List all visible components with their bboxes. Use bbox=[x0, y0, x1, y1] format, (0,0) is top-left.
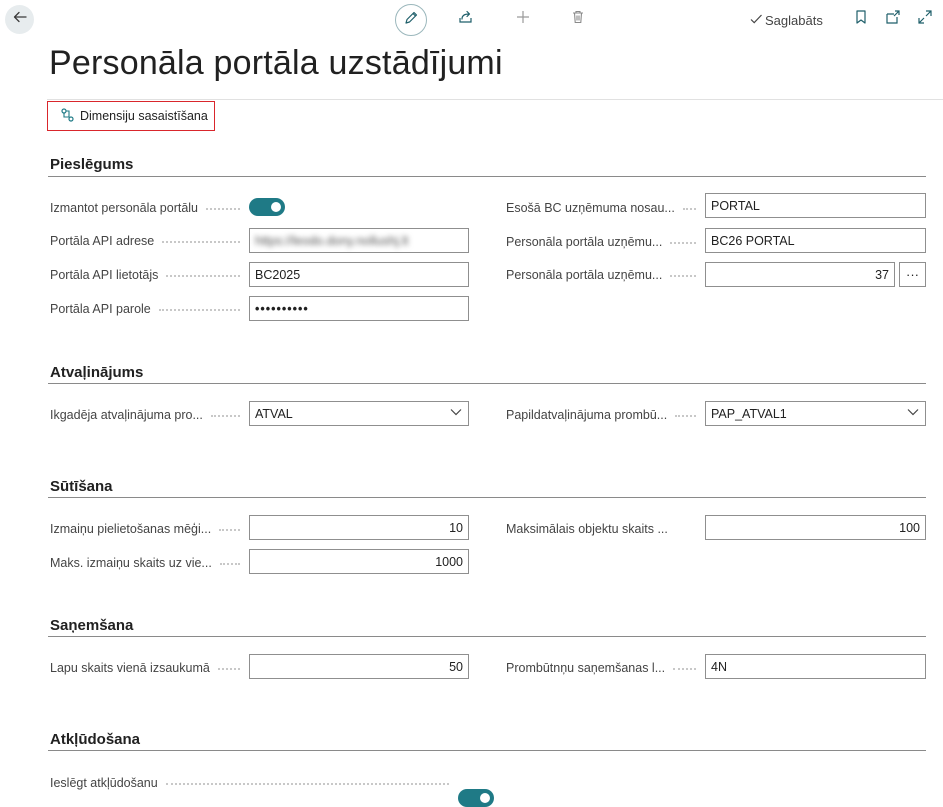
company-name-field[interactable]: PORTAL bbox=[705, 193, 926, 218]
section-divider bbox=[48, 383, 926, 384]
retry-label: Izmaiņu pielietošanas mēģi... bbox=[50, 521, 246, 537]
api-password-value: •••••••••• bbox=[255, 301, 309, 316]
delete-button[interactable] bbox=[569, 10, 587, 28]
debugging-toggle[interactable] bbox=[458, 789, 494, 807]
section-divider bbox=[48, 176, 926, 177]
company-name-value: PORTAL bbox=[711, 198, 760, 213]
api-user-label: Portāla API lietotājs bbox=[50, 267, 246, 283]
dimension-mapping-button[interactable]: Dimensiju sasaistīšana bbox=[47, 101, 215, 131]
chevron-down-icon bbox=[906, 405, 920, 422]
pencil-icon bbox=[403, 10, 419, 31]
edit-button[interactable] bbox=[395, 4, 427, 36]
retry-field[interactable]: 10 bbox=[249, 515, 469, 540]
api-address-label: Portāla API adrese bbox=[50, 233, 246, 249]
section-divider bbox=[48, 497, 926, 498]
extra-leave-select[interactable]: PAP_ATVAL1 bbox=[705, 401, 926, 426]
use-portal-label: Izmantot personāla portālu bbox=[50, 200, 246, 216]
portal-company-id-value: 37 bbox=[875, 267, 889, 282]
api-user-field[interactable]: BC2025 bbox=[249, 262, 469, 287]
plus-icon bbox=[515, 9, 531, 30]
annual-leave-select[interactable]: ATVAL bbox=[249, 401, 469, 426]
api-address-value: https://leodo.dony.nollushj.lt bbox=[255, 233, 409, 248]
share-button[interactable] bbox=[457, 10, 475, 28]
absence-value: 4N bbox=[711, 659, 727, 674]
portal-company-value: BC26 PORTAL bbox=[711, 233, 795, 248]
expand-icon bbox=[917, 9, 933, 30]
absence-field[interactable]: 4N bbox=[705, 654, 926, 679]
api-address-field[interactable]: https://leodo.dony.nollushj.lt bbox=[249, 228, 469, 253]
pages-field[interactable]: 50 bbox=[249, 654, 469, 679]
chevron-down-icon bbox=[449, 405, 463, 422]
api-user-value: BC2025 bbox=[255, 267, 301, 282]
max-objects-label: Maksimālais objektu skaits ... bbox=[506, 522, 668, 536]
back-button[interactable] bbox=[5, 5, 34, 34]
action-bar-divider bbox=[47, 99, 943, 100]
portal-company-lookup-button[interactable]: ··· bbox=[899, 262, 926, 287]
annual-leave-label: Ikgadēja atvaļinājuma pro... bbox=[50, 407, 246, 423]
page-title: Personāla portāla uzstādījumi bbox=[49, 44, 503, 82]
max-changes-label: Maks. izmaiņu skaits uz vie... bbox=[50, 555, 246, 571]
portal-company-id-label: Personāla portāla uzņēmu... bbox=[506, 267, 702, 283]
max-objects-field[interactable]: 100 bbox=[705, 515, 926, 540]
ellipsis-icon: ··· bbox=[906, 267, 919, 282]
arrow-left-icon bbox=[12, 9, 28, 30]
share-icon bbox=[458, 9, 474, 30]
max-changes-value: 1000 bbox=[435, 554, 463, 569]
saved-label: Saglabāts bbox=[765, 13, 823, 28]
new-button[interactable] bbox=[514, 10, 532, 28]
open-in-new-window-icon bbox=[885, 9, 901, 30]
dimension-mapping-icon bbox=[60, 107, 76, 126]
api-password-label: Portāla API parole bbox=[50, 301, 246, 317]
debugging-label: Ieslēgt atkļūdošanu bbox=[50, 775, 455, 791]
portal-company-label: Personāla portāla uzņēmu... bbox=[506, 234, 702, 250]
saved-status: Saglabāts bbox=[749, 12, 823, 29]
bookmark-button[interactable] bbox=[852, 9, 870, 30]
dimension-mapping-label: Dimensiju sasaistīšana bbox=[80, 109, 208, 123]
absence-label: Prombūtnņu saņemšanas l... bbox=[506, 660, 702, 676]
checkmark-icon bbox=[749, 12, 763, 29]
annual-leave-value: ATVAL bbox=[255, 406, 293, 421]
pages-value: 50 bbox=[449, 659, 463, 674]
max-changes-field[interactable]: 1000 bbox=[249, 549, 469, 574]
expand-button[interactable] bbox=[916, 9, 934, 30]
pages-label: Lapu skaits vienā izsaukumā bbox=[50, 660, 246, 676]
section-divider bbox=[48, 636, 926, 637]
open-new-window-button[interactable] bbox=[884, 9, 902, 30]
portal-company-field[interactable]: BC26 PORTAL bbox=[705, 228, 926, 253]
extra-leave-label: Papildatvaļinājuma prombū... bbox=[506, 407, 702, 423]
api-password-field[interactable]: •••••••••• bbox=[249, 296, 469, 321]
section-title-receiving: Saņemšana bbox=[50, 617, 134, 634]
section-title-connection: Pieslēgums bbox=[50, 156, 134, 173]
max-objects-value: 100 bbox=[899, 520, 920, 535]
use-portal-toggle[interactable] bbox=[249, 198, 285, 216]
trash-icon bbox=[570, 9, 586, 30]
section-divider bbox=[48, 750, 926, 751]
company-name-label: Esošā BC uzņēmuma nosau... bbox=[506, 200, 702, 216]
bookmark-icon bbox=[853, 9, 869, 30]
section-title-sending: Sūtīšana bbox=[50, 478, 113, 495]
section-title-leave: Atvaļinājums bbox=[50, 364, 144, 381]
extra-leave-value: PAP_ATVAL1 bbox=[711, 406, 787, 421]
retry-value: 10 bbox=[449, 520, 463, 535]
portal-company-id-field[interactable]: 37 bbox=[705, 262, 895, 287]
section-title-debugging: Atkļūdošana bbox=[50, 731, 141, 748]
